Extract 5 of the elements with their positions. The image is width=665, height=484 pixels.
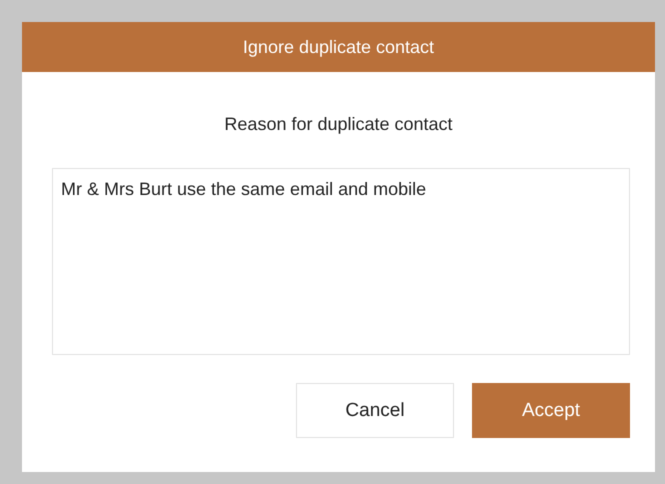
accept-button[interactable]: Accept (472, 383, 630, 438)
input-field[interactable]: Mr & Mrs Burt use the same email and mobile (52, 168, 630, 355)
dialog-title: Ignore duplicate contact (22, 22, 655, 72)
cancel-button[interactable]: Cancel (296, 383, 454, 438)
prompt-text: Reason for duplicate contact (224, 114, 453, 135)
